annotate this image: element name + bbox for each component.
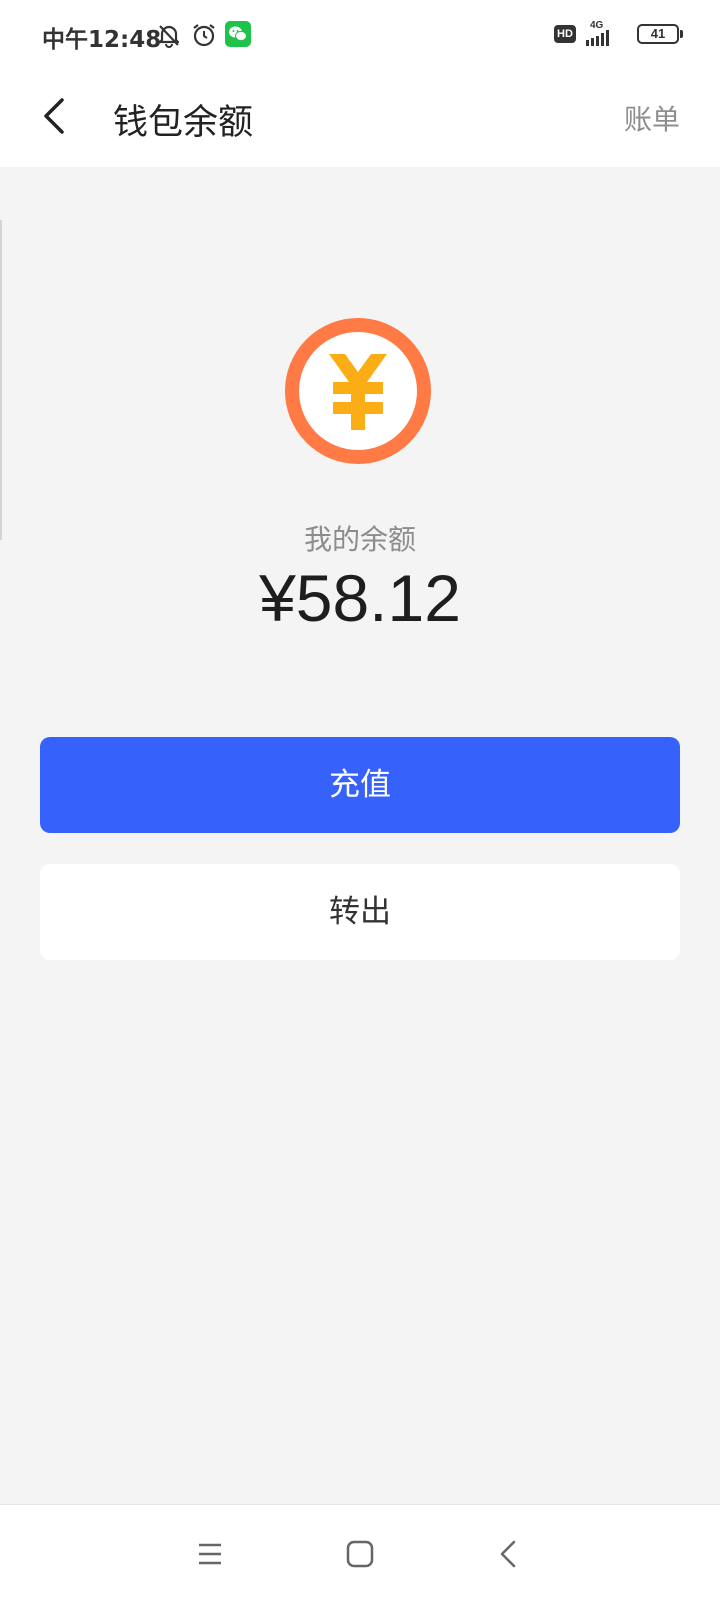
home-icon [346,1540,374,1568]
status-bar: 中午12:48 HD 4G 41 [0,0,720,70]
battery-level: 41 [650,26,666,41]
alarm-icon [191,22,217,52]
menu-icon [199,1543,221,1565]
page-title: 钱包余额 [113,103,254,143]
menu-button[interactable] [193,1537,227,1571]
balance-amount: ¥58.12 [259,561,461,635]
bill-button[interactable]: 账单 [624,98,680,138]
battery-icon: 41 [637,24,679,44]
balance-label: 我的余额 [303,523,416,556]
signal-icon [586,30,614,50]
system-nav-bar [0,1504,720,1601]
hd-badge: HD [554,25,576,43]
edge-divider [0,220,2,540]
back-icon [500,1540,516,1568]
yuan-coin-icon [283,316,433,466]
battery-tip [680,30,683,38]
nav-back-button[interactable] [493,1537,527,1571]
back-button[interactable] [38,90,78,142]
app-header: 钱包余额 账单 [0,70,720,167]
back-arrow-icon [44,98,64,134]
status-time: 中午12:48 [42,27,162,53]
home-button[interactable] [343,1537,377,1571]
mute-bell-icon [156,22,182,52]
wechat-icon [225,21,251,51]
withdraw-button[interactable]: 转出 [40,864,680,960]
recharge-button[interactable]: 充值 [40,737,680,833]
